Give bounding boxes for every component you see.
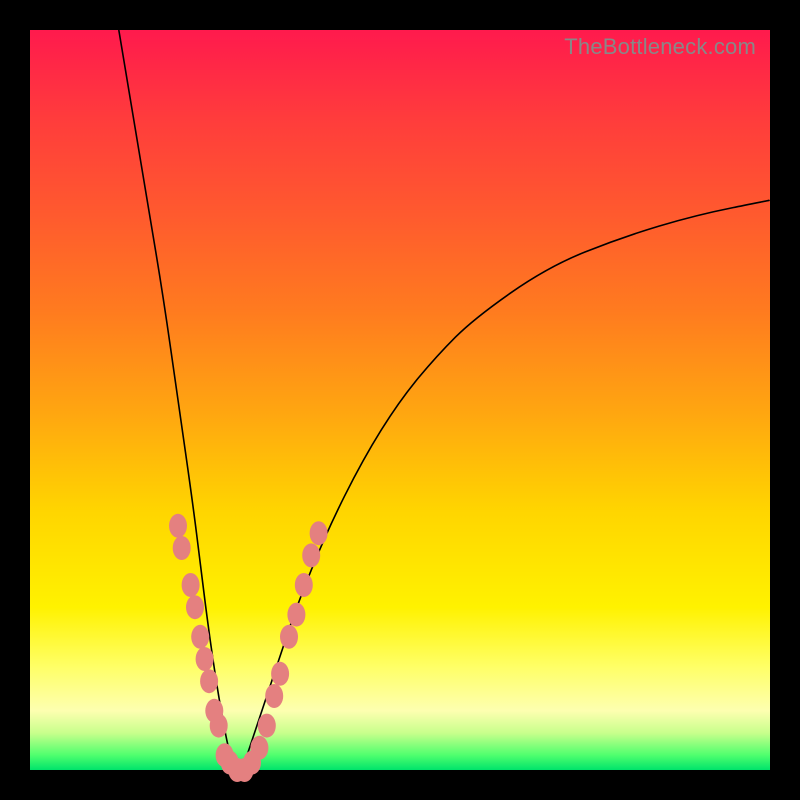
highlighted-dot [169,514,187,538]
highlighted-dot [210,714,228,738]
highlighted-dot [265,684,283,708]
highlighted-dot [258,714,276,738]
highlighted-dot [196,647,214,671]
chart-frame: TheBottleneck.com [0,0,800,800]
highlighted-dot [302,543,320,567]
highlighted-dot [200,669,218,693]
highlighted-dot [310,521,328,545]
bottleneck-curve [119,30,770,768]
highlighted-dot [182,573,200,597]
highlighted-dot [280,625,298,649]
highlighted-dot [191,625,209,649]
highlighted-dot [250,736,268,760]
highlighted-dots-group [169,514,328,782]
highlighted-dot [287,603,305,627]
highlighted-dot [271,662,289,686]
highlighted-dot [186,595,204,619]
highlighted-dot [295,573,313,597]
highlighted-dot [173,536,191,560]
plot-area: TheBottleneck.com [30,30,770,770]
chart-svg [30,30,770,770]
